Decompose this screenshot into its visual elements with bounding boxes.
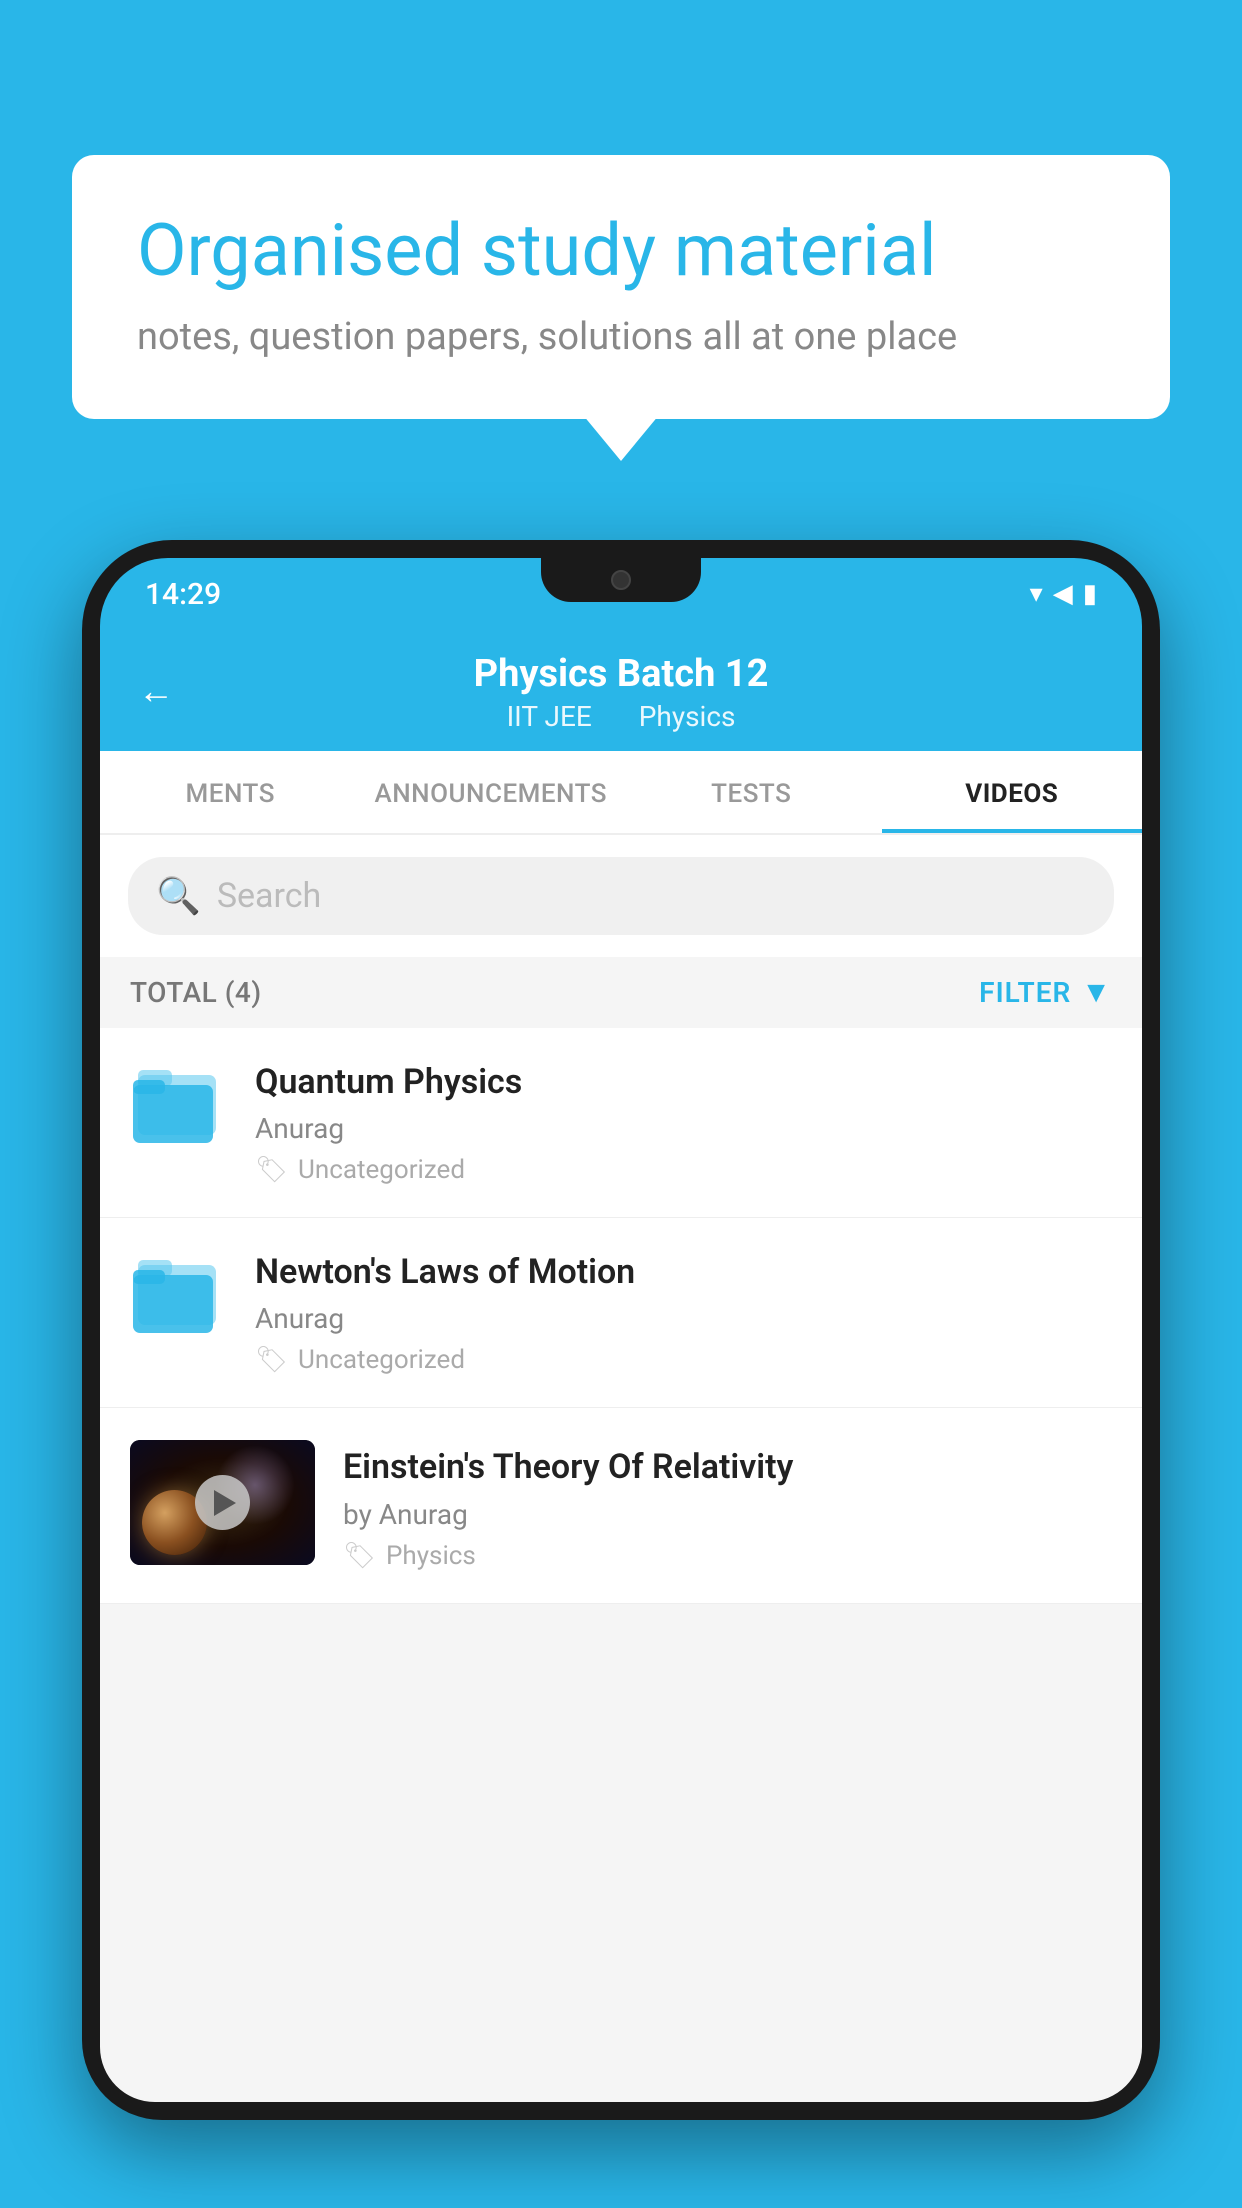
- tag-icon: 🏷: [343, 1541, 376, 1571]
- folder-stack-icon: [133, 1065, 223, 1150]
- subtitle-iitjee: IIT JEE: [507, 700, 592, 733]
- folder-stack-icon: [133, 1255, 223, 1340]
- video-thumbnail: [130, 1440, 315, 1565]
- video-title: Quantum Physics: [255, 1060, 1112, 1104]
- video-title: Einstein's Theory Of Relativity: [343, 1445, 1112, 1489]
- tag-label: Physics: [386, 1541, 476, 1571]
- speech-bubble: Organised study material notes, question…: [72, 155, 1170, 419]
- total-count: TOTAL (4): [130, 976, 262, 1009]
- play-button[interactable]: [195, 1475, 250, 1530]
- video-list: Quantum Physics Anurag 🏷 Uncategorized: [100, 1028, 1142, 1604]
- list-item[interactable]: Einstein's Theory Of Relativity by Anura…: [100, 1408, 1142, 1603]
- play-triangle-icon: [214, 1490, 236, 1516]
- battery-icon: ▮: [1083, 579, 1097, 609]
- video-author: Anurag: [255, 1302, 1112, 1335]
- subtitle-physics: Physics: [639, 700, 736, 733]
- video-info: Quantum Physics Anurag 🏷 Uncategorized: [255, 1060, 1112, 1185]
- bubble-title: Organised study material: [137, 210, 1105, 293]
- back-button[interactable]: ←: [138, 670, 174, 712]
- video-info: Einstein's Theory Of Relativity by Anura…: [343, 1440, 1112, 1570]
- bubble-subtitle: notes, question papers, solutions all at…: [137, 315, 1105, 359]
- tag-label: Uncategorized: [298, 1155, 465, 1185]
- folder-icon-wrap: [130, 1060, 225, 1155]
- phone-screen: ← Physics Batch 12 IIT JEE Physics MENTS…: [100, 630, 1142, 2102]
- list-item[interactable]: Newton's Laws of Motion Anurag 🏷 Uncateg…: [100, 1218, 1142, 1408]
- speech-bubble-section: Organised study material notes, question…: [72, 155, 1170, 419]
- video-tag: 🏷 Physics: [343, 1541, 1112, 1571]
- tag-icon: 🏷: [255, 1155, 288, 1185]
- tabs-bar: MENTS ANNOUNCEMENTS TESTS VIDEOS: [100, 751, 1142, 835]
- video-author: by Anurag: [343, 1498, 1112, 1531]
- folder-svg: [133, 1255, 223, 1340]
- video-info: Newton's Laws of Motion Anurag 🏷 Uncateg…: [255, 1250, 1112, 1375]
- filter-bar: TOTAL (4) FILTER ▼: [100, 957, 1142, 1028]
- filter-button[interactable]: FILTER ▼: [979, 975, 1112, 1010]
- wifi-icon: ▾: [1030, 579, 1043, 609]
- search-box[interactable]: 🔍 Search: [128, 857, 1114, 935]
- camera-dot: [611, 570, 631, 590]
- search-icon: 🔍: [156, 875, 201, 917]
- tag-label: Uncategorized: [298, 1345, 465, 1375]
- list-item[interactable]: Quantum Physics Anurag 🏷 Uncategorized: [100, 1028, 1142, 1218]
- signal-icon: ◀: [1053, 579, 1073, 609]
- tag-icon: 🏷: [255, 1345, 288, 1375]
- folder-icon-wrap: [130, 1250, 225, 1345]
- phone-outer: 14:29 ▾ ◀ ▮ ← Physics Batch 12 IIT JEE P…: [82, 540, 1160, 2120]
- status-bar: 14:29 ▾ ◀ ▮: [100, 558, 1142, 630]
- video-tag: 🏷 Uncategorized: [255, 1345, 1112, 1375]
- video-title: Newton's Laws of Motion: [255, 1250, 1112, 1294]
- phone-frame: 14:29 ▾ ◀ ▮ ← Physics Batch 12 IIT JEE P…: [82, 540, 1160, 2208]
- header-title: Physics Batch 12: [474, 652, 769, 696]
- filter-label: FILTER: [979, 976, 1071, 1009]
- status-time: 14:29: [145, 577, 221, 612]
- folder-svg: [133, 1065, 223, 1150]
- video-author: Anurag: [255, 1112, 1112, 1145]
- search-container: 🔍 Search: [100, 835, 1142, 957]
- tab-announcements[interactable]: ANNOUNCEMENTS: [361, 751, 622, 833]
- app-header: ← Physics Batch 12 IIT JEE Physics: [100, 630, 1142, 751]
- tab-ments[interactable]: MENTS: [100, 751, 361, 833]
- status-icons: ▾ ◀ ▮: [1030, 579, 1097, 609]
- tab-videos[interactable]: VIDEOS: [882, 751, 1143, 833]
- filter-icon: ▼: [1081, 975, 1112, 1010]
- tab-tests[interactable]: TESTS: [621, 751, 882, 833]
- notch: [541, 558, 701, 602]
- search-placeholder: Search: [217, 876, 321, 916]
- header-subtitle: IIT JEE Physics: [497, 700, 746, 733]
- video-tag: 🏷 Uncategorized: [255, 1155, 1112, 1185]
